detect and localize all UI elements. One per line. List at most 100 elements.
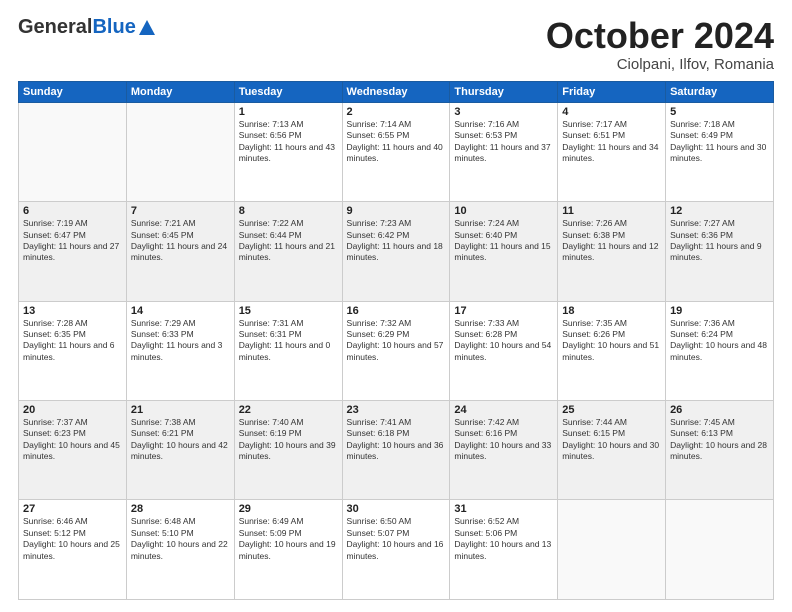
table-row: 26Sunrise: 7:45 AM Sunset: 6:13 PM Dayli…	[666, 401, 774, 500]
day-number: 16	[347, 305, 446, 317]
day-number: 9	[347, 205, 446, 217]
table-row	[19, 102, 127, 201]
table-row: 27Sunrise: 6:46 AM Sunset: 5:12 PM Dayli…	[19, 500, 127, 600]
day-number: 6	[23, 205, 122, 217]
calendar-week-row: 6Sunrise: 7:19 AM Sunset: 6:47 PM Daylig…	[19, 202, 774, 301]
table-row	[126, 102, 234, 201]
day-info: Sunrise: 7:45 AM Sunset: 6:13 PM Dayligh…	[670, 417, 769, 463]
day-info: Sunrise: 7:41 AM Sunset: 6:18 PM Dayligh…	[347, 417, 446, 463]
col-wednesday: Wednesday	[342, 81, 450, 102]
calendar-week-row: 20Sunrise: 7:37 AM Sunset: 6:23 PM Dayli…	[19, 401, 774, 500]
day-number: 17	[454, 305, 553, 317]
title-block: October 2024 Ciolpani, Ilfov, Romania	[546, 16, 774, 73]
day-info: Sunrise: 7:16 AM Sunset: 6:53 PM Dayligh…	[454, 119, 553, 165]
table-row: 30Sunrise: 6:50 AM Sunset: 5:07 PM Dayli…	[342, 500, 450, 600]
day-number: 12	[670, 205, 769, 217]
calendar-title: October 2024	[546, 16, 774, 56]
day-number: 28	[131, 503, 230, 515]
day-info: Sunrise: 7:14 AM Sunset: 6:55 PM Dayligh…	[347, 119, 446, 165]
day-info: Sunrise: 7:36 AM Sunset: 6:24 PM Dayligh…	[670, 318, 769, 364]
table-row: 16Sunrise: 7:32 AM Sunset: 6:29 PM Dayli…	[342, 301, 450, 400]
day-info: Sunrise: 7:33 AM Sunset: 6:28 PM Dayligh…	[454, 318, 553, 364]
table-row: 28Sunrise: 6:48 AM Sunset: 5:10 PM Dayli…	[126, 500, 234, 600]
table-row: 1Sunrise: 7:13 AM Sunset: 6:56 PM Daylig…	[234, 102, 342, 201]
day-number: 4	[562, 106, 661, 118]
day-info: Sunrise: 7:24 AM Sunset: 6:40 PM Dayligh…	[454, 218, 553, 264]
day-number: 27	[23, 503, 122, 515]
day-info: Sunrise: 7:18 AM Sunset: 6:49 PM Dayligh…	[670, 119, 769, 165]
day-number: 11	[562, 205, 661, 217]
table-row: 7Sunrise: 7:21 AM Sunset: 6:45 PM Daylig…	[126, 202, 234, 301]
table-row: 5Sunrise: 7:18 AM Sunset: 6:49 PM Daylig…	[666, 102, 774, 201]
day-info: Sunrise: 6:48 AM Sunset: 5:10 PM Dayligh…	[131, 516, 230, 562]
day-number: 1	[239, 106, 338, 118]
day-info: Sunrise: 7:31 AM Sunset: 6:31 PM Dayligh…	[239, 318, 338, 364]
day-number: 10	[454, 205, 553, 217]
header: GeneralBlue October 2024 Ciolpani, Ilfov…	[18, 16, 774, 73]
day-info: Sunrise: 7:19 AM Sunset: 6:47 PM Dayligh…	[23, 218, 122, 264]
table-row: 12Sunrise: 7:27 AM Sunset: 6:36 PM Dayli…	[666, 202, 774, 301]
day-number: 31	[454, 503, 553, 515]
day-number: 22	[239, 404, 338, 416]
day-number: 2	[347, 106, 446, 118]
table-row	[666, 500, 774, 600]
table-row: 2Sunrise: 7:14 AM Sunset: 6:55 PM Daylig…	[342, 102, 450, 201]
table-row: 3Sunrise: 7:16 AM Sunset: 6:53 PM Daylig…	[450, 102, 558, 201]
col-sunday: Sunday	[19, 81, 127, 102]
col-friday: Friday	[558, 81, 666, 102]
day-number: 23	[347, 404, 446, 416]
table-row: 13Sunrise: 7:28 AM Sunset: 6:35 PM Dayli…	[19, 301, 127, 400]
table-row: 22Sunrise: 7:40 AM Sunset: 6:19 PM Dayli…	[234, 401, 342, 500]
day-info: Sunrise: 7:28 AM Sunset: 6:35 PM Dayligh…	[23, 318, 122, 364]
day-number: 3	[454, 106, 553, 118]
col-tuesday: Tuesday	[234, 81, 342, 102]
day-info: Sunrise: 6:46 AM Sunset: 5:12 PM Dayligh…	[23, 516, 122, 562]
day-number: 15	[239, 305, 338, 317]
page: GeneralBlue October 2024 Ciolpani, Ilfov…	[0, 0, 792, 612]
table-row: 11Sunrise: 7:26 AM Sunset: 6:38 PM Dayli…	[558, 202, 666, 301]
day-number: 26	[670, 404, 769, 416]
col-thursday: Thursday	[450, 81, 558, 102]
table-row	[558, 500, 666, 600]
day-info: Sunrise: 7:22 AM Sunset: 6:44 PM Dayligh…	[239, 218, 338, 264]
day-number: 5	[670, 106, 769, 118]
table-row: 24Sunrise: 7:42 AM Sunset: 6:16 PM Dayli…	[450, 401, 558, 500]
day-info: Sunrise: 7:13 AM Sunset: 6:56 PM Dayligh…	[239, 119, 338, 165]
table-row: 23Sunrise: 7:41 AM Sunset: 6:18 PM Dayli…	[342, 401, 450, 500]
day-number: 20	[23, 404, 122, 416]
day-number: 29	[239, 503, 338, 515]
calendar-week-row: 13Sunrise: 7:28 AM Sunset: 6:35 PM Dayli…	[19, 301, 774, 400]
table-row: 19Sunrise: 7:36 AM Sunset: 6:24 PM Dayli…	[666, 301, 774, 400]
day-number: 24	[454, 404, 553, 416]
day-info: Sunrise: 7:21 AM Sunset: 6:45 PM Dayligh…	[131, 218, 230, 264]
table-row: 15Sunrise: 7:31 AM Sunset: 6:31 PM Dayli…	[234, 301, 342, 400]
day-info: Sunrise: 7:37 AM Sunset: 6:23 PM Dayligh…	[23, 417, 122, 463]
day-number: 8	[239, 205, 338, 217]
table-row: 4Sunrise: 7:17 AM Sunset: 6:51 PM Daylig…	[558, 102, 666, 201]
day-info: Sunrise: 7:44 AM Sunset: 6:15 PM Dayligh…	[562, 417, 661, 463]
calendar-table: Sunday Monday Tuesday Wednesday Thursday…	[18, 81, 774, 600]
table-row: 14Sunrise: 7:29 AM Sunset: 6:33 PM Dayli…	[126, 301, 234, 400]
table-row: 18Sunrise: 7:35 AM Sunset: 6:26 PM Dayli…	[558, 301, 666, 400]
day-info: Sunrise: 6:49 AM Sunset: 5:09 PM Dayligh…	[239, 516, 338, 562]
day-info: Sunrise: 7:32 AM Sunset: 6:29 PM Dayligh…	[347, 318, 446, 364]
col-monday: Monday	[126, 81, 234, 102]
day-info: Sunrise: 7:23 AM Sunset: 6:42 PM Dayligh…	[347, 218, 446, 264]
day-number: 13	[23, 305, 122, 317]
table-row: 10Sunrise: 7:24 AM Sunset: 6:40 PM Dayli…	[450, 202, 558, 301]
day-info: Sunrise: 7:38 AM Sunset: 6:21 PM Dayligh…	[131, 417, 230, 463]
day-info: Sunrise: 7:27 AM Sunset: 6:36 PM Dayligh…	[670, 218, 769, 264]
day-info: Sunrise: 6:50 AM Sunset: 5:07 PM Dayligh…	[347, 516, 446, 562]
day-info: Sunrise: 6:52 AM Sunset: 5:06 PM Dayligh…	[454, 516, 553, 562]
calendar-week-row: 1Sunrise: 7:13 AM Sunset: 6:56 PM Daylig…	[19, 102, 774, 201]
calendar-header-row: Sunday Monday Tuesday Wednesday Thursday…	[19, 81, 774, 102]
table-row: 25Sunrise: 7:44 AM Sunset: 6:15 PM Dayli…	[558, 401, 666, 500]
day-info: Sunrise: 7:26 AM Sunset: 6:38 PM Dayligh…	[562, 218, 661, 264]
day-number: 30	[347, 503, 446, 515]
day-info: Sunrise: 7:42 AM Sunset: 6:16 PM Dayligh…	[454, 417, 553, 463]
calendar-location: Ciolpani, Ilfov, Romania	[546, 56, 774, 73]
day-number: 25	[562, 404, 661, 416]
day-info: Sunrise: 7:29 AM Sunset: 6:33 PM Dayligh…	[131, 318, 230, 364]
day-info: Sunrise: 7:17 AM Sunset: 6:51 PM Dayligh…	[562, 119, 661, 165]
table-row: 8Sunrise: 7:22 AM Sunset: 6:44 PM Daylig…	[234, 202, 342, 301]
